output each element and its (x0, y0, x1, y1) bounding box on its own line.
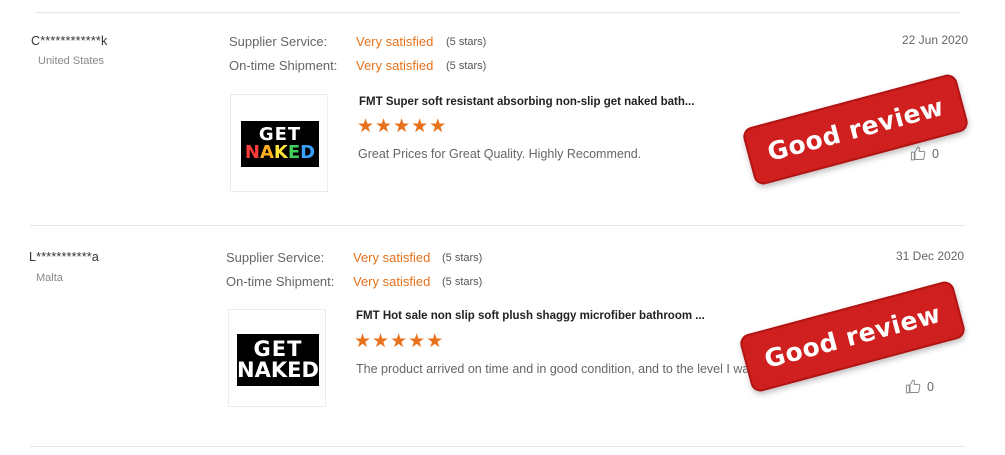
star-icon: ★ (429, 116, 448, 137)
review-item: C************k United States Supplier Se… (0, 0, 1005, 225)
star-icon: ★ (372, 331, 391, 352)
good-review-stamp: Good review (741, 72, 971, 187)
like-count: 0 (927, 379, 934, 394)
reviewer-name: C************k (31, 34, 108, 48)
product-logo-image: GET NAKED (237, 334, 319, 386)
review-date: 22 Jun 2020 (902, 33, 969, 47)
shipment-value: Very satisfied (353, 274, 431, 289)
shipment-label: On-time Shipment: (229, 58, 338, 73)
rating-stars: ★★★★★ (357, 115, 447, 138)
supplier-service-label: Supplier Service: (226, 250, 325, 265)
star-icon: ★ (354, 331, 373, 352)
reviewer-country: United States (38, 55, 105, 67)
star-icon: ★ (393, 116, 412, 137)
product-title-link[interactable]: FMT Super soft resistant absorbing non-s… (359, 96, 694, 108)
shipment-label: On-time Shipment: (226, 274, 335, 289)
star-icon: ★ (357, 116, 376, 137)
star-icon: ★ (408, 331, 427, 352)
product-thumbnail[interactable]: GET NAKED (230, 94, 328, 192)
star-icon: ★ (375, 116, 394, 137)
star-icon: ★ (390, 331, 409, 352)
like-button[interactable]: 0 (910, 145, 939, 162)
shipment-value: Very satisfied (356, 58, 434, 73)
star-icon: ★ (426, 331, 445, 352)
logo-line-2: NAKED (237, 358, 319, 382)
logo-line-1: GET (253, 337, 303, 361)
thumbs-up-icon (910, 146, 926, 161)
supplier-service-value: Very satisfied (356, 34, 434, 49)
product-title-link[interactable]: FMT Hot sale non slip soft plush shaggy … (356, 310, 705, 322)
shipment-stars: (5 stars) (442, 276, 483, 288)
thumbs-up-icon (905, 379, 921, 394)
reviewer-country: Malta (36, 272, 63, 284)
divider-bottom (30, 446, 965, 447)
supplier-service-stars: (5 stars) (442, 252, 483, 264)
shipment-stars: (5 stars) (446, 60, 487, 72)
like-count: 0 (932, 146, 939, 161)
supplier-service-stars: (5 stars) (446, 36, 487, 48)
star-icon: ★ (411, 116, 430, 137)
logo-line-2: NAKED (244, 142, 316, 163)
review-item: L***********a Malta Supplier Service: Ve… (0, 225, 1005, 446)
reviewer-name: L***********a (29, 250, 100, 264)
like-button[interactable]: 0 (905, 378, 934, 395)
product-logo-image: GET NAKED (241, 121, 319, 167)
review-date: 31 Dec 2020 (896, 249, 965, 263)
supplier-service-label: Supplier Service: (229, 34, 328, 49)
product-thumbnail[interactable]: GET NAKED (228, 309, 326, 407)
supplier-service-value: Very satisfied (353, 250, 431, 265)
rating-stars: ★★★★★ (354, 330, 444, 353)
